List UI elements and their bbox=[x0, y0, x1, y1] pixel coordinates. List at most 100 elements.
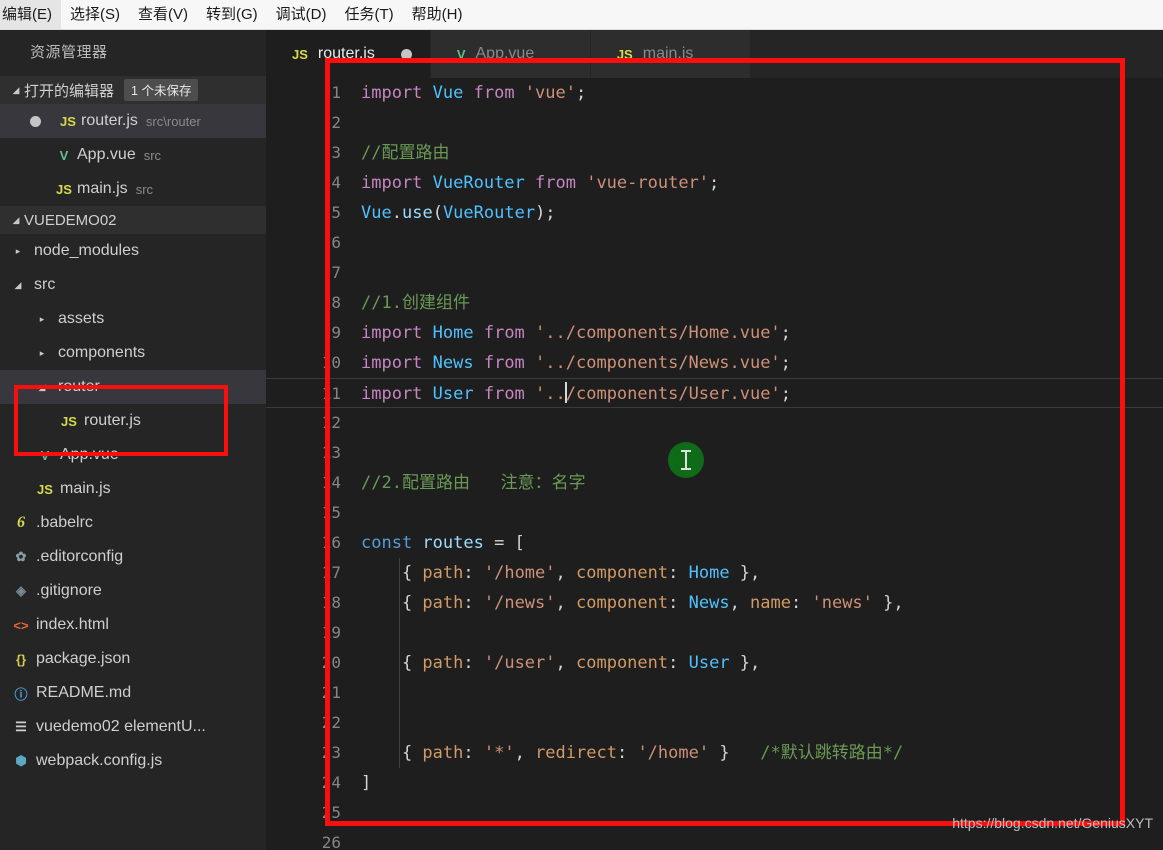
code-token: 'vue' bbox=[524, 83, 576, 103]
tree-file-package.json[interactable]: {} package.json bbox=[0, 642, 266, 676]
editor-tab-main.js[interactable]: JS main.js bbox=[590, 30, 751, 78]
code-editor[interactable]: 1 import Vue from 'vue'; 2 3//配置路由 4 import V… bbox=[266, 78, 1163, 850]
chevron-right-icon[interactable]: ▸ bbox=[32, 314, 52, 325]
open-editor-item[interactable]: JS router.js src\router bbox=[0, 104, 266, 138]
tree-folder-router[interactable]: ◢ router bbox=[0, 370, 266, 404]
tree-file-README.md[interactable]: ⓘ README.md bbox=[0, 676, 266, 710]
code-token: '/user' bbox=[483, 653, 556, 673]
tree-folder-components[interactable]: ▸ components bbox=[0, 336, 266, 370]
tree-folder-src[interactable]: ◢ src bbox=[0, 268, 266, 302]
code-line[interactable]: 1 import Vue from 'vue'; bbox=[266, 78, 1163, 108]
open-editor-item[interactable]: V App.vue src bbox=[0, 138, 266, 172]
tree-item-label: router bbox=[58, 378, 100, 395]
code-line-text: const routes = [ bbox=[361, 528, 525, 558]
tree-file-.editorconfig[interactable]: ✿ .editorconfig bbox=[0, 540, 266, 574]
code-token: , bbox=[555, 653, 576, 673]
code-line[interactable]: 7 bbox=[266, 258, 1163, 288]
code-token: from bbox=[473, 83, 525, 103]
code-line[interactable]: 21 bbox=[266, 678, 1163, 708]
code-line[interactable]: 5 Vue.use(VueRouter); bbox=[266, 198, 1163, 228]
tree-file-index.html[interactable]: <> index.html bbox=[0, 608, 266, 642]
tree-item-label: node_modules bbox=[34, 242, 139, 259]
code-line[interactable]: 11 import User from '../components/User.v… bbox=[266, 378, 1163, 408]
code-line[interactable]: 4 import VueRouter from 'vue-router'; bbox=[266, 168, 1163, 198]
code-token: , bbox=[514, 743, 536, 763]
code-token: , bbox=[729, 593, 751, 613]
js-file-icon: JS bbox=[292, 46, 308, 62]
tree-folder-assets[interactable]: ▸ assets bbox=[0, 302, 266, 336]
code-token: ; bbox=[780, 384, 791, 404]
code-line[interactable]: 16 const routes = [ bbox=[266, 528, 1163, 558]
tree-file-vuedemo02 elementU...[interactable]: ☰ vuedemo02 elementU... bbox=[0, 710, 266, 744]
open-editor-filename: router.js bbox=[81, 112, 138, 129]
menu-item-3[interactable]: 转到(G) bbox=[197, 0, 267, 29]
line-number: 8 bbox=[331, 293, 341, 312]
code-line[interactable]: 22 bbox=[266, 708, 1163, 738]
menu-item-1[interactable]: 选择(S) bbox=[61, 0, 129, 29]
code-token: Vue bbox=[361, 203, 392, 223]
unsaved-indicator-dot[interactable] bbox=[30, 115, 41, 127]
indent-guide bbox=[399, 618, 400, 648]
code-line[interactable]: 26 bbox=[266, 828, 1163, 850]
line-number: 4 bbox=[331, 173, 341, 192]
chevron-down-icon: ◢ bbox=[12, 84, 20, 95]
menu-item-5[interactable]: 任务(T) bbox=[336, 0, 403, 29]
code-line[interactable]: 6 bbox=[266, 228, 1163, 258]
menu-item-0[interactable]: 编辑(E) bbox=[0, 0, 61, 29]
chevron-down-icon[interactable]: ◢ bbox=[32, 382, 52, 393]
code-token: : bbox=[668, 563, 689, 583]
tree-file-.babelrc[interactable]: 6 .babelrc bbox=[0, 506, 266, 540]
chevron-down-icon[interactable]: ◢ bbox=[8, 280, 28, 291]
tree-folder-node_modules[interactable]: ▸ node_modules bbox=[0, 234, 266, 268]
code-line[interactable]: 18 { path: '/news', component: News, nam… bbox=[266, 588, 1163, 618]
chevron-right-icon[interactable]: ▸ bbox=[8, 246, 28, 257]
tree-file-webpack.config.js[interactable]: ⬢ webpack.config.js bbox=[0, 744, 266, 778]
editor-tab-router.js[interactable]: JS router.js bbox=[266, 30, 431, 78]
code-line[interactable]: 19 bbox=[266, 618, 1163, 648]
line-number: 9 bbox=[331, 323, 341, 342]
line-number: 5 bbox=[331, 203, 341, 222]
open-editor-item[interactable]: JS main.js src bbox=[0, 172, 266, 206]
code-line[interactable]: 23 { path: '*', redirect: '/home' } /*默认… bbox=[266, 738, 1163, 768]
code-token: const bbox=[361, 533, 423, 553]
tree-file-router.js[interactable]: JS router.js bbox=[0, 404, 266, 438]
code-line[interactable]: 14 //2.配置路由 注意：名字 bbox=[266, 468, 1163, 498]
code-line[interactable]: 3 //配置路由 bbox=[266, 138, 1163, 168]
code-line[interactable]: 12 bbox=[266, 408, 1163, 438]
code-token: '/home' bbox=[637, 743, 710, 763]
line-number: 19 bbox=[321, 623, 341, 642]
project-root-header[interactable]: ◢ VUEDEMO02 bbox=[0, 206, 266, 234]
git-file-icon: ◈ bbox=[16, 583, 26, 598]
menu-item-4[interactable]: 调试(D) bbox=[267, 0, 336, 29]
code-token: : bbox=[668, 593, 689, 613]
code-token: from bbox=[483, 323, 536, 343]
code-line[interactable]: 17 { path: '/home', component: Home }, bbox=[266, 558, 1163, 588]
line-number: 17 bbox=[321, 563, 341, 582]
tree-file-main.js[interactable]: JS main.js bbox=[0, 472, 266, 506]
editor-tab-App.vue[interactable]: V App.vue bbox=[430, 30, 591, 78]
code-line[interactable]: 2 bbox=[266, 108, 1163, 138]
code-line[interactable]: 10 import News from '../components/News.v… bbox=[266, 348, 1163, 378]
menu-item-2[interactable]: 查看(V) bbox=[129, 0, 197, 29]
code-token: use bbox=[401, 203, 433, 223]
tree-file-.gitignore[interactable]: ◈ .gitignore bbox=[0, 574, 266, 608]
code-token: Vue bbox=[432, 83, 474, 103]
code-line[interactable]: 13 bbox=[266, 438, 1163, 468]
code-token: }, bbox=[872, 593, 904, 613]
code-line[interactable]: 20 { path: '/user', component: User }, bbox=[266, 648, 1163, 678]
tree-file-App.vue[interactable]: V App.vue bbox=[0, 438, 266, 472]
code-line[interactable]: 9 import Home from '../components/Home.vu… bbox=[266, 318, 1163, 348]
chevron-right-icon[interactable]: ▸ bbox=[32, 348, 52, 359]
open-editors-header[interactable]: ◢ 打开的编辑器 1 个未保存 bbox=[0, 76, 266, 104]
code-token: component bbox=[576, 593, 669, 613]
menu-item-6[interactable]: 帮助(H) bbox=[403, 0, 472, 29]
tree-item-label: webpack.config.js bbox=[36, 752, 163, 769]
code-line[interactable]: 24] bbox=[266, 768, 1163, 798]
tab-unsaved-dot[interactable] bbox=[400, 48, 412, 60]
code-line[interactable]: 15 bbox=[266, 498, 1163, 528]
code-token: name bbox=[750, 593, 791, 613]
open-editor-path: src bbox=[143, 147, 162, 163]
code-line[interactable]: 8 //1.创建组件 bbox=[266, 288, 1163, 318]
line-number: 11 bbox=[321, 384, 341, 403]
code-token: /components/User.vue' bbox=[565, 384, 781, 404]
